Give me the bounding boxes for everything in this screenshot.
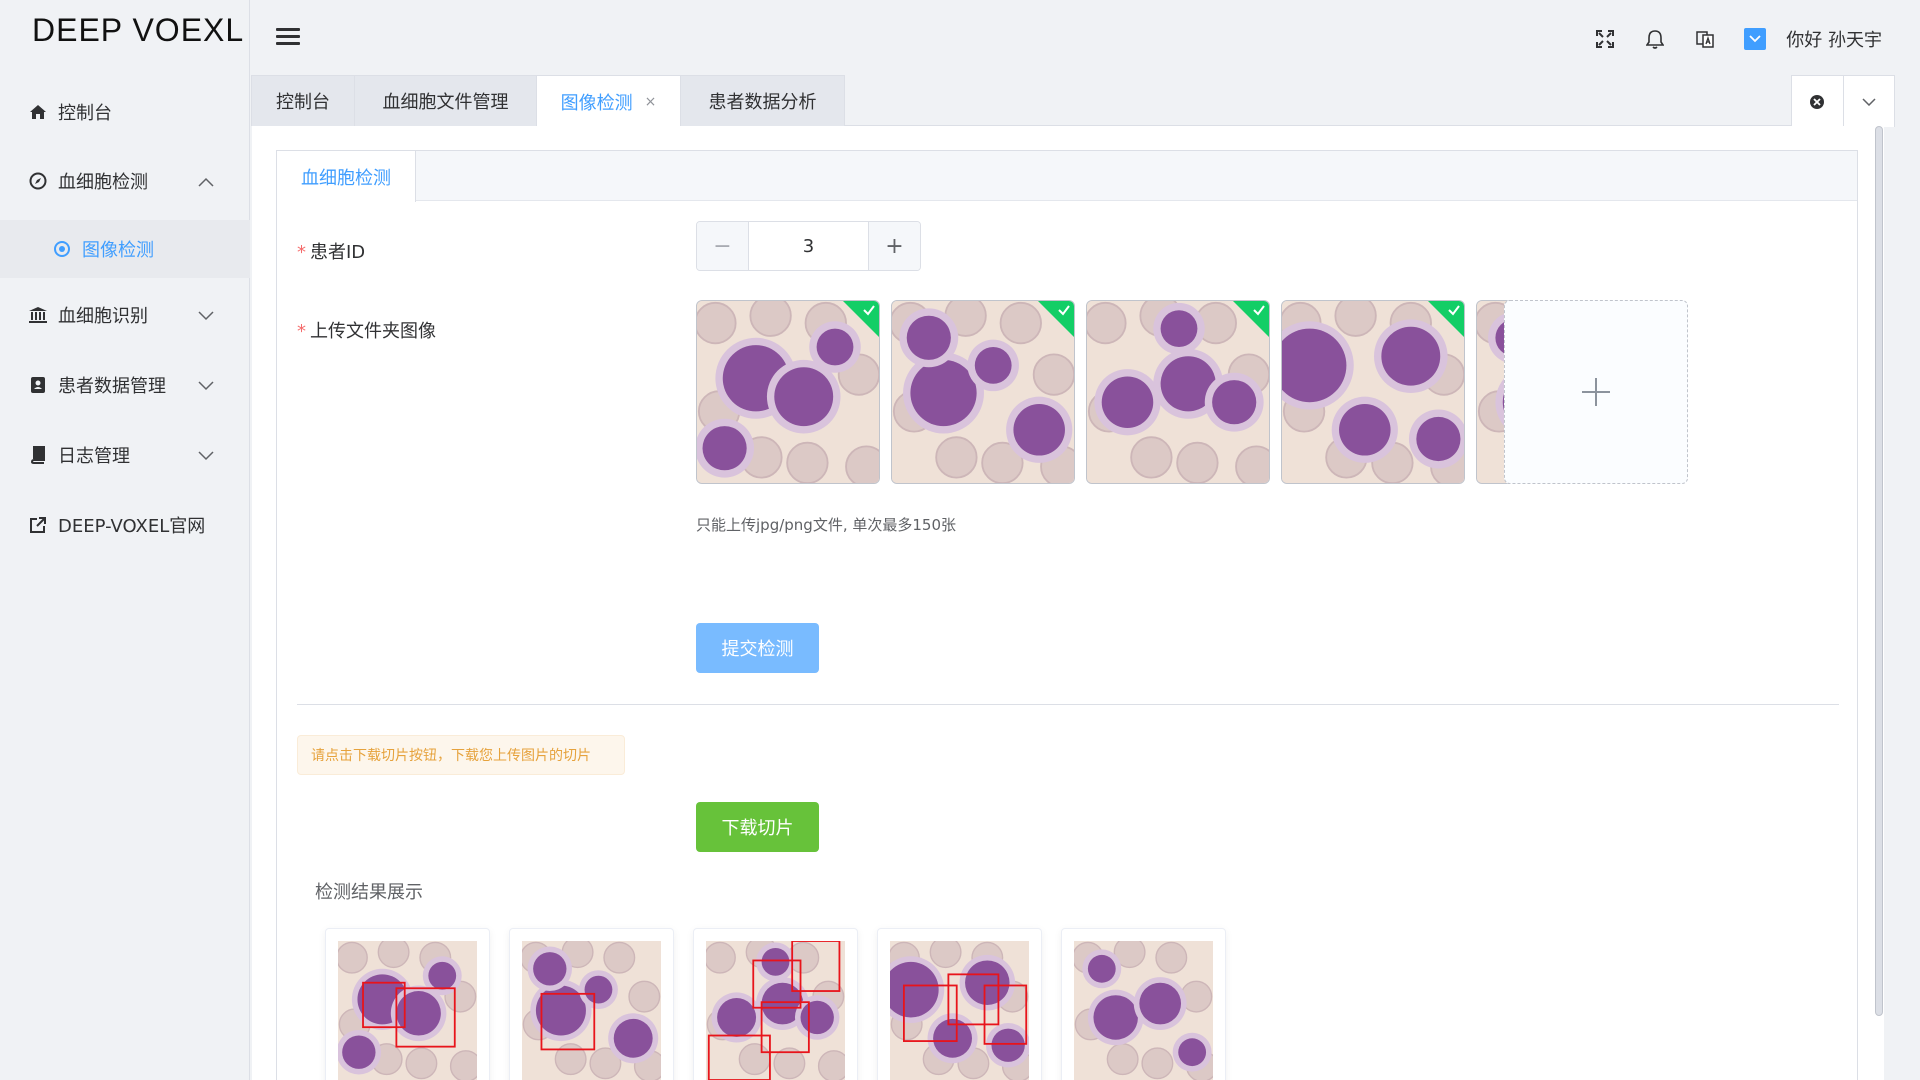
card-header: 血细胞检测: [276, 150, 1857, 202]
detection-result-image: [706, 941, 845, 1080]
check-icon: [1448, 305, 1460, 316]
tab-tools: [1791, 75, 1895, 127]
tab-label: 血细胞文件管理: [382, 92, 509, 113]
compass-icon: [28, 171, 48, 191]
divider: [297, 704, 1839, 705]
scrollbar[interactable]: [1874, 126, 1884, 1080]
tab-blood-cell-files[interactable]: 血细胞文件管理: [354, 75, 537, 126]
avatar[interactable]: [1744, 28, 1767, 50]
increment-button[interactable]: +: [868, 222, 920, 270]
home-icon: [28, 102, 48, 122]
sidebar-toggle-button[interactable]: [276, 28, 300, 48]
sidebar-item-blood-cell-recognition[interactable]: 血细胞识别: [0, 287, 250, 343]
fullscreen-icon[interactable]: [1594, 28, 1616, 50]
check-icon: [1253, 305, 1265, 316]
check-icon: [1058, 305, 1070, 316]
book-icon: [28, 445, 48, 465]
upload-image-button[interactable]: [1504, 300, 1688, 484]
sidebar-item-log-management[interactable]: 日志管理: [0, 427, 250, 483]
required-mark: *: [297, 321, 306, 342]
chevron-down-icon: [198, 445, 214, 466]
sidebar-item-label: 血细胞检测: [58, 172, 148, 193]
detection-result-card[interactable]: [877, 928, 1042, 1080]
detection-result-image: [522, 941, 661, 1080]
check-icon: [863, 305, 875, 316]
decrement-button[interactable]: −: [697, 222, 749, 270]
detection-result-image: [338, 941, 477, 1080]
download-alert: 请点击下载切片按钮，下载您上传图片的切片: [297, 735, 625, 775]
upload-label-text: 上传文件夹图像: [310, 321, 436, 342]
close-all-tabs-button[interactable]: [1792, 76, 1844, 127]
plus-icon: [1582, 378, 1610, 406]
user-greeting[interactable]: 你好 孙天宇: [1786, 26, 1882, 52]
bank-icon: [28, 305, 48, 325]
detection-card: 血细胞检测 * 患者ID − 3 + * 上传文件夹图像 只能上传jpg/png文件…: [276, 150, 1858, 1080]
sidebar-item-image-detection[interactable]: 图像检测: [0, 220, 250, 278]
tab-menu-dropdown[interactable]: [1844, 76, 1895, 127]
uploaded-image-thumbnail[interactable]: [1281, 300, 1465, 484]
required-mark: *: [297, 242, 306, 263]
patient-id-input[interactable]: 3: [749, 222, 868, 270]
detection-result-card[interactable]: [509, 928, 674, 1080]
bell-icon[interactable]: [1644, 28, 1666, 50]
patient-id-stepper: − 3 +: [696, 221, 921, 271]
tab-blood-cell-detection[interactable]: 血细胞检测: [276, 150, 416, 202]
detection-result-card[interactable]: [693, 928, 858, 1080]
sidebar-item-label: DEEP-VOXEL官网: [58, 516, 206, 537]
tab-image-detection[interactable]: 图像检测 ×: [536, 75, 681, 127]
upload-label: * 上传文件夹图像: [297, 317, 436, 343]
chevron-down-icon: [198, 305, 214, 326]
sidebar-item-official-site[interactable]: DEEP-VOXEL官网: [0, 497, 250, 553]
submit-detection-button[interactable]: 提交检测: [696, 623, 819, 673]
uploaded-image-thumbnail[interactable]: [891, 300, 1075, 484]
uploaded-image-thumbnail[interactable]: [696, 300, 880, 484]
sidebar-item-blood-cell-detection[interactable]: 血细胞检测: [0, 153, 250, 209]
sidebar-item-label: 患者数据管理: [58, 376, 166, 397]
tab-label: 控制台: [276, 92, 330, 113]
app-logo: DEEP VOEXL: [32, 12, 245, 48]
patient-id-label-text: 患者ID: [310, 242, 366, 263]
detection-result-card[interactable]: [1061, 928, 1226, 1080]
tab-label: 图像检测: [560, 92, 633, 114]
detection-result-image: [890, 941, 1029, 1080]
tab-patient-data-analysis[interactable]: 患者数据分析: [680, 75, 845, 126]
tab-dashboard[interactable]: 控制台: [251, 75, 355, 126]
contact-book-icon: [28, 375, 48, 395]
patient-id-label: * 患者ID: [297, 238, 365, 264]
translate-icon[interactable]: [1694, 28, 1716, 50]
external-link-icon: [28, 515, 48, 535]
sidebar-item-label: 血细胞识别: [58, 306, 148, 327]
sidebar-item-dashboard[interactable]: 控制台: [0, 84, 250, 140]
sidebar-item-label: 图像检测: [82, 240, 154, 261]
sidebar: DEEP VOEXL 控制台 血细胞检测 图像检测 血细胞识别 患者数据管理 日…: [0, 0, 250, 1080]
close-circle-icon: [1810, 94, 1825, 109]
chevron-up-icon: [198, 171, 214, 192]
page-tabs: 控制台 血细胞文件管理 图像检测 × 患者数据分析: [251, 75, 1895, 127]
target-icon: [52, 239, 72, 259]
download-slices-button[interactable]: 下载切片: [696, 802, 819, 852]
chevron-down-icon: [1862, 97, 1876, 106]
sidebar-item-label: 控制台: [58, 103, 112, 124]
results-title: 检测结果展示: [315, 882, 423, 903]
header-actions: 你好 孙天宇: [1594, 22, 1882, 56]
detection-result-card[interactable]: [325, 928, 490, 1080]
tab-label: 患者数据分析: [708, 92, 817, 113]
chevron-down-icon: [198, 375, 214, 396]
sidebar-item-patient-data-management[interactable]: 患者数据管理: [0, 357, 250, 413]
uploaded-image-thumbnail[interactable]: [1086, 300, 1270, 484]
detection-result-image: [1074, 941, 1213, 1080]
close-icon[interactable]: ×: [645, 94, 657, 110]
main-content: 血细胞检测 * 患者ID − 3 + * 上传文件夹图像 只能上传jpg/png文件…: [252, 126, 1884, 1080]
upload-hint: 只能上传jpg/png文件, 单次最多150张: [696, 516, 956, 534]
sidebar-item-label: 日志管理: [58, 446, 130, 467]
